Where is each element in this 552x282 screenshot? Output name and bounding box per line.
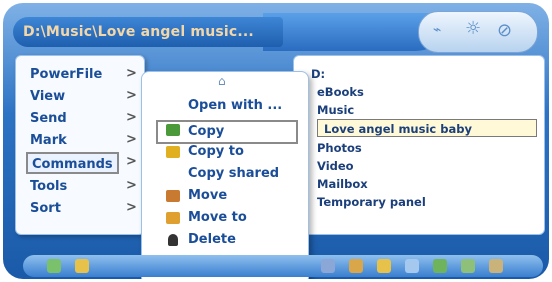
- submenu-item-open-with[interactable]: Open with ...: [188, 96, 282, 116]
- toolbar-icon[interactable]: [321, 259, 335, 273]
- status-indicators: ⌁ ☼ ⊘: [418, 11, 538, 53]
- submenu-item-move-to[interactable]: Move to: [188, 208, 247, 228]
- submenu-arrow: >: [126, 66, 137, 81]
- toolbar-icon[interactable]: [461, 259, 475, 273]
- submenu-arrow: >: [126, 154, 137, 169]
- folder-item-selected[interactable]: Love angel music baby: [317, 119, 537, 137]
- scroll-up-icon[interactable]: ⌂: [218, 74, 226, 88]
- bottom-toolbar: [23, 255, 543, 277]
- folder-item[interactable]: Music: [317, 101, 354, 119]
- menu-item-commands[interactable]: Commands: [26, 152, 119, 174]
- delete-icon: [168, 234, 178, 246]
- menu-item-view[interactable]: View: [30, 86, 65, 108]
- menu-item-send[interactable]: Send: [30, 108, 67, 130]
- window-title: D:\Music\Love angel music...: [13, 17, 283, 47]
- submenu-item-delete[interactable]: Delete: [188, 230, 236, 250]
- submenu-arrow: >: [126, 88, 137, 103]
- copy-to-icon: [166, 146, 180, 158]
- toolbar-icon[interactable]: [377, 259, 391, 273]
- submenu-arrow: >: [126, 200, 137, 215]
- menu-item-tools[interactable]: Tools: [30, 176, 67, 198]
- move-to-icon: [166, 212, 180, 224]
- move-icon: [166, 190, 180, 202]
- submenu-item-copy-to[interactable]: Copy to: [188, 142, 244, 162]
- sun-icon: ☼: [465, 18, 482, 39]
- submenu-arrow: >: [126, 132, 137, 147]
- signal-icon: ⌁: [433, 22, 442, 38]
- toolbar-icon[interactable]: [489, 259, 503, 273]
- submenu-item-copy-shared[interactable]: Copy shared: [188, 164, 279, 184]
- toolbar-icon[interactable]: [349, 259, 363, 273]
- submenu-arrow: >: [126, 178, 137, 193]
- options-menu: PowerFile > View > Send > Mark > Command…: [15, 55, 145, 235]
- copy-icon: [166, 124, 180, 136]
- folder-item[interactable]: eBooks: [317, 83, 364, 101]
- submenu-item-move[interactable]: Move: [188, 186, 227, 206]
- screen: D:\Music\Love angel music... ⌁ ☼ ⊘ D: eB…: [0, 0, 552, 282]
- submenu-arrow: >: [126, 110, 137, 125]
- link-icon: ⊘: [497, 20, 513, 41]
- folder-item[interactable]: Video: [317, 157, 354, 175]
- toolbar-icon[interactable]: [75, 259, 89, 273]
- device-frame: D:\Music\Love angel music... ⌁ ☼ ⊘ D: eB…: [3, 3, 549, 279]
- menu-item-mark[interactable]: Mark: [30, 130, 67, 152]
- folder-item[interactable]: Mailbox: [317, 175, 368, 193]
- menu-item-powerfile[interactable]: PowerFile: [30, 64, 102, 86]
- toolbar-icon[interactable]: [405, 259, 419, 273]
- toolbar-icon[interactable]: [433, 259, 447, 273]
- menu-item-sort[interactable]: Sort: [30, 198, 61, 220]
- toolbar-icon[interactable]: [47, 259, 61, 273]
- commands-submenu: ⌂ Open with ... Copy Copy to Copy shared…: [141, 71, 309, 279]
- folder-item[interactable]: Photos: [317, 139, 362, 157]
- drive-label: D:: [311, 67, 326, 81]
- folder-item[interactable]: Temporary panel: [317, 193, 426, 211]
